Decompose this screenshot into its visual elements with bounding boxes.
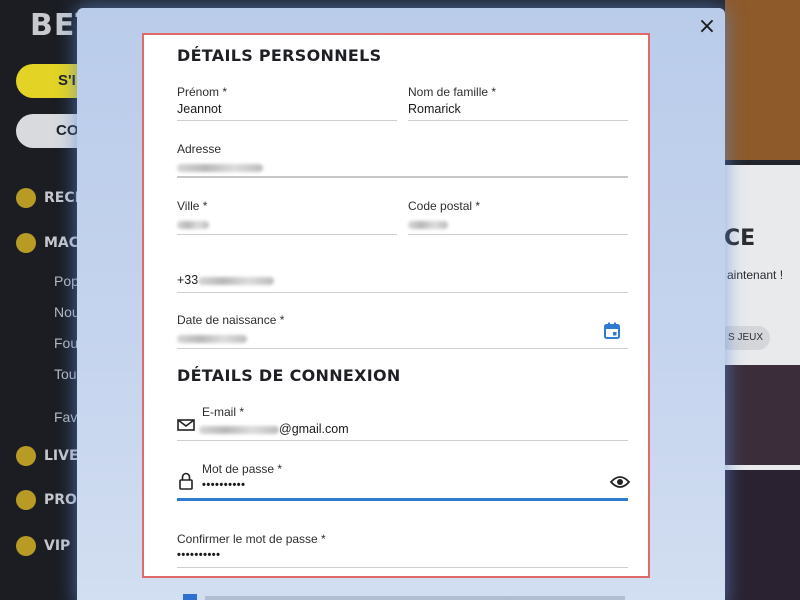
sidebar-item-machines: MAC (16, 233, 79, 253)
sidebar-subitem: Fav (54, 409, 78, 425)
password-field[interactable]: Mot de passe * •••••••••• (177, 462, 628, 504)
last-name-label: Nom de famille * (408, 85, 497, 99)
birth-date-value-redacted (177, 331, 247, 345)
sidebar-item-vip: VIP (16, 536, 70, 556)
confirm-password-underline (177, 567, 628, 568)
game-thumbnail (725, 365, 800, 465)
section-title-personal: DÉTAILS PERSONNELS (177, 46, 382, 65)
postal-code-field[interactable]: Code postal * (408, 199, 628, 235)
address-value-redacted (177, 160, 263, 174)
promo-text: aintenant ! (727, 268, 784, 282)
last-name-underline (408, 120, 628, 121)
first-name-underline (177, 120, 397, 121)
slot-machine-icon (16, 233, 36, 253)
sidebar-item-search: RECH (16, 188, 86, 208)
chip-icon (16, 446, 36, 466)
top-hat-icon (16, 536, 36, 556)
first-name-label: Prénom * (177, 85, 228, 99)
email-label: E-mail * (202, 405, 245, 419)
email-domain: @gmail.com (279, 422, 349, 436)
birth-date-underline (177, 348, 628, 349)
sidebar-subitem: Nou (54, 304, 80, 320)
game-thumbnail (725, 470, 800, 600)
confirm-password-value: •••••••••• (177, 549, 221, 561)
birth-date-label: Date de naissance * (177, 313, 285, 327)
phone-prefix: +33 (177, 273, 199, 287)
confirm-password-field[interactable]: Confirmer le mot de passe * •••••••••• (177, 532, 628, 568)
trophy-icon (16, 490, 36, 510)
postal-code-value-redacted (408, 217, 448, 231)
city-label: Ville * (177, 199, 208, 213)
first-name-field[interactable]: Prénom * Jeannot (177, 85, 397, 121)
sidebar-subitem: Tou (54, 366, 77, 382)
search-icon (16, 188, 36, 208)
sidebar-item-promotions: PRO (16, 490, 77, 510)
password-underline-focused (177, 498, 628, 501)
address-underline (177, 176, 628, 178)
address-field[interactable]: Adresse (177, 142, 628, 178)
first-name-value: Jeannot (177, 102, 222, 116)
confirm-password-label: Confirmer le mot de passe * (177, 532, 326, 546)
city-value-redacted (177, 217, 209, 231)
password-value: •••••••••• (202, 479, 246, 491)
phone-field[interactable]: +33 (177, 273, 628, 295)
city-underline (177, 234, 397, 235)
close-icon[interactable]: × (695, 15, 719, 39)
background-banner-image (725, 0, 800, 160)
postal-code-label: Code postal * (408, 199, 481, 213)
phone-value: +33 (177, 273, 275, 287)
section-title-login: DÉTAILS DE CONNEXION (177, 366, 401, 385)
phone-underline (177, 292, 628, 293)
sidebar-item-live: LIVE (16, 446, 79, 466)
birth-date-field[interactable]: Date de naissance * (177, 313, 628, 349)
password-label: Mot de passe * (202, 462, 283, 476)
registration-form: DÉTAILS PERSONNELS Prénom * Jeannot Nom … (142, 33, 650, 578)
last-name-field[interactable]: Nom de famille * Romarick (408, 85, 628, 121)
email-underline (177, 440, 628, 441)
email-value: @gmail.com (199, 422, 349, 436)
terms-text-cropped (205, 596, 625, 600)
city-field[interactable]: Ville * (177, 199, 397, 235)
last-name-value: Romarick (408, 102, 461, 116)
terms-checkbox[interactable] (183, 594, 197, 600)
address-label: Adresse (177, 142, 222, 156)
promo-title: CE (724, 226, 756, 251)
email-field[interactable]: E-mail * @gmail.com (177, 405, 628, 441)
sidebar-subitem: Fou (54, 335, 79, 351)
sidebar-subitem: Pop (54, 273, 79, 289)
promo-pill: S JEUX (718, 326, 770, 350)
postal-code-underline (408, 234, 628, 235)
calendar-icon[interactable] (604, 322, 620, 339)
eye-icon[interactable] (610, 475, 630, 489)
